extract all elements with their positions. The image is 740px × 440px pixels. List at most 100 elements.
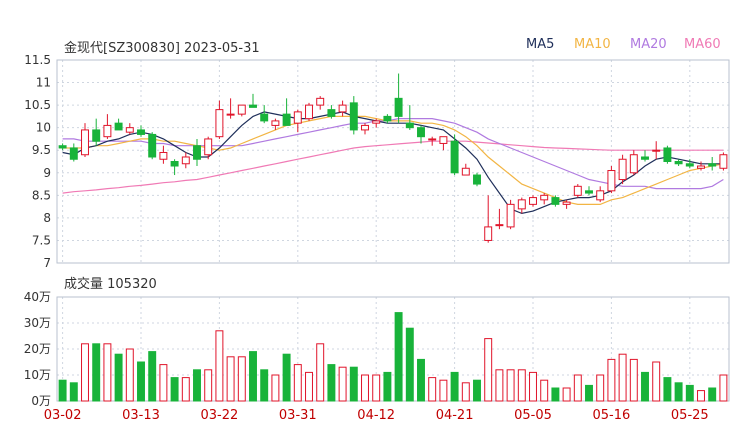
x-tick-label: 05-16 [593,408,631,423]
volume-bar [114,353,123,402]
volume-bar [641,371,649,402]
volume-bar [417,358,425,402]
candle-body [383,115,392,122]
price-y-tick-label: 8 [43,211,51,225]
candle-body [585,190,593,194]
volume-bar [81,343,89,402]
candle-body [148,133,157,158]
candle-body [137,129,145,135]
candle-body [260,113,269,122]
volume-bar [495,369,504,402]
candle-body [674,161,683,165]
candle-body [719,154,728,169]
volume-bar [193,369,201,402]
volume-bar [372,374,381,402]
candle-body [58,145,67,149]
x-tick-label: 03-13 [122,408,160,423]
volume-bar [674,382,683,402]
x-tick-label: 03-02 [44,408,82,423]
candle-body [125,127,134,133]
volume-y-tick-label: 20万 [24,342,51,356]
candle-body [159,151,168,160]
candle-body [204,138,213,156]
volume-bar [405,327,414,402]
candle-body [293,111,302,124]
volume-bar [293,364,302,402]
volume-bar [484,338,493,402]
volume-bar [529,371,537,402]
price-y-tick-label: 9 [43,166,51,180]
volume-bar [349,366,358,402]
volume-bar [237,356,246,402]
volume-bar [551,387,560,402]
candle-body [484,226,493,241]
volume-bar [461,382,470,402]
price-y-tick-label: 7 [43,256,51,270]
volume-bar [450,371,459,402]
candle-body [618,158,627,181]
volume-bar [260,369,269,402]
candle-body [114,122,123,131]
volume-bar [585,384,593,402]
price-y-tick-label: 11 [36,76,51,90]
candle-body [361,124,369,131]
price-panel-frame [56,59,730,264]
volume-bar [215,330,224,402]
candle-body [249,104,257,108]
volume-bar [596,374,605,402]
candle-body [506,203,515,228]
candle-body [450,140,459,174]
volume-bar [170,377,179,402]
price-y-tick-label: 10 [36,121,51,135]
volume-bar [249,351,257,402]
candle-body [473,174,481,185]
candle-body [181,156,190,165]
candle-body [461,167,470,176]
candle-body [540,194,549,201]
x-tick-label: 05-25 [671,408,709,423]
candle-body [193,145,201,160]
volume-bar [383,371,392,402]
candle-body [305,104,313,120]
volume-bar [361,374,369,402]
candle-body [338,104,347,113]
volume-bar [506,369,515,402]
candle-body [596,190,605,201]
candle-body [81,129,89,156]
candle-body [170,161,179,167]
candle-body [92,129,101,142]
x-tick-label: 05-05 [514,408,552,423]
price-y-tick-label: 7.5 [32,233,51,247]
volume-bar [652,361,661,402]
volume-bar [204,369,213,402]
candle-body [573,185,582,196]
candle-body [215,109,224,138]
volume-bar [305,371,313,402]
volume-bar [540,379,549,402]
candle-body [349,102,358,131]
x-tick-label: 03-22 [201,408,239,423]
volume-bar [618,353,627,402]
x-tick-label: 03-31 [279,408,317,423]
volume-bar [159,364,168,402]
volume-bar [137,361,145,402]
candle-body [652,149,661,152]
price-y-tick-label: 9.5 [32,143,51,157]
candle-body [529,197,537,205]
volume-bar [316,343,325,402]
volume-bar [607,358,616,402]
candle-body [103,124,112,138]
candle-body [551,197,560,205]
volume-y-tick-label: 30万 [24,316,51,330]
volume-bar [573,374,582,402]
volume-y-tick-label: 10万 [24,368,51,382]
volume-bar [697,390,705,402]
volume-bar [125,348,134,402]
volume-bar [439,379,448,402]
volume-bar [562,387,571,402]
volume-bar [708,387,717,402]
candle-body [417,127,425,138]
volume-bar [685,384,694,402]
candle-body [69,147,78,160]
volume-bar [473,379,481,402]
